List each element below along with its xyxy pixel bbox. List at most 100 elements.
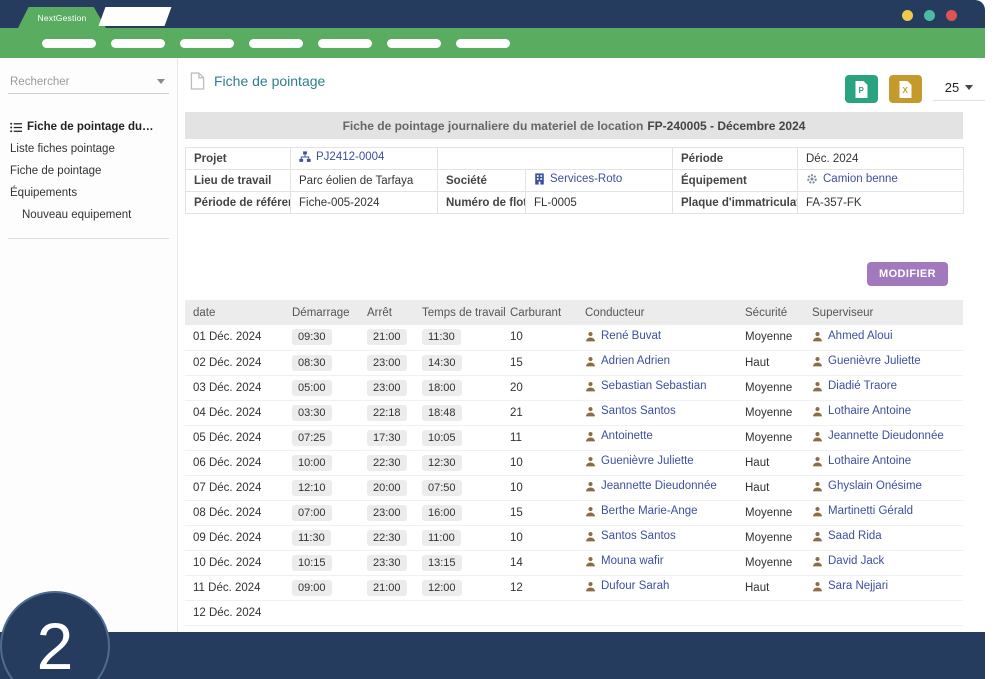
person-icon xyxy=(585,556,596,567)
person-icon xyxy=(585,456,596,467)
driver-link[interactable]: Santos Santos xyxy=(585,530,676,542)
nav-item-placeholder[interactable] xyxy=(456,39,510,48)
page-size-value: 25 xyxy=(945,80,959,95)
modifier-button[interactable]: MODIFIER xyxy=(867,262,948,286)
nav-item-placeholder[interactable] xyxy=(180,39,234,48)
supervisor-link[interactable]: Jeannette Dieudonnée xyxy=(812,430,944,442)
maximize-button[interactable] xyxy=(924,10,935,21)
supervisor-link[interactable]: Martinetti Gérald xyxy=(812,505,913,517)
sidebar-item-fiche-pointage[interactable]: Fiche de pointage xyxy=(0,160,177,182)
sidebar-item-equipements[interactable]: Équipements xyxy=(0,182,177,204)
security-cell: Moyenne xyxy=(745,382,792,394)
supervisor-link[interactable]: Guenièvre Juliette xyxy=(812,355,921,367)
projet-link[interactable]: PJ2412-0004 xyxy=(299,151,384,163)
page-size-select[interactable]: 25 xyxy=(933,75,985,101)
minimize-button[interactable] xyxy=(902,10,913,21)
driver-link[interactable]: Sebastian Sebastian xyxy=(585,380,707,392)
equipement-label: Équipement xyxy=(673,170,798,192)
equipement-value: Camion benne xyxy=(823,173,898,185)
driver-link[interactable]: Jeannette Dieudonnée xyxy=(585,480,717,492)
work-time-badge: 10:05 xyxy=(422,430,462,446)
table-row: 12 Déc. 2024 xyxy=(185,600,963,625)
supervisor-link[interactable]: Ghyslain Onésime xyxy=(812,480,922,492)
person-icon xyxy=(812,481,823,492)
stop-time-badge: 21:00 xyxy=(367,329,407,345)
empty-cell xyxy=(438,148,673,170)
person-icon xyxy=(812,531,823,542)
date-cell: 01 Déc. 2024 xyxy=(193,331,261,343)
nav-item-placeholder[interactable] xyxy=(42,39,96,48)
sidebar-item-fiche-du[interactable]: Fiche de pointage du… xyxy=(0,116,177,138)
fuel-cell: 10 xyxy=(510,482,523,494)
export-pdf-button[interactable]: P xyxy=(845,75,878,103)
nav-item-placeholder[interactable] xyxy=(249,39,303,48)
supervisor-link[interactable]: Lothaire Antoine xyxy=(812,405,911,417)
work-time-badge: 12:30 xyxy=(422,455,462,471)
driver-link[interactable]: René Buvat xyxy=(585,330,661,342)
fuel-cell: 10 xyxy=(510,457,523,469)
tab-placeholder[interactable] xyxy=(99,7,172,26)
chevron-down-icon xyxy=(965,85,973,90)
page-header: Fiche de pointage xyxy=(190,72,325,90)
supervisor-link[interactable]: Lothaire Antoine xyxy=(812,455,911,467)
societe-link[interactable]: Services-Roto xyxy=(534,173,622,185)
work-time-badge: 14:30 xyxy=(422,355,462,371)
date-cell: 07 Déc. 2024 xyxy=(193,482,261,494)
work-time-badge: 18:48 xyxy=(422,405,462,421)
equipement-link[interactable]: Camion benne xyxy=(806,173,898,185)
close-button[interactable] xyxy=(946,10,957,21)
sidebar-item-nouveau-equipement[interactable]: Nouveau equipement xyxy=(0,204,177,226)
person-icon xyxy=(812,356,823,367)
building-icon xyxy=(534,173,545,185)
date-cell: 09 Déc. 2024 xyxy=(193,532,261,544)
fuel-cell: 11 xyxy=(510,432,522,444)
timesheet-body: 01 Déc. 202409:3021:0011:3010René BuvatM… xyxy=(185,325,963,650)
person-icon xyxy=(812,431,823,442)
person-icon xyxy=(812,556,823,567)
driver-link[interactable]: Mouna wafir xyxy=(585,555,664,567)
periode-label: Période xyxy=(673,148,798,170)
person-icon xyxy=(812,456,823,467)
table-row: 03 Déc. 202405:0023:0018:0020Sebastian S… xyxy=(185,375,963,400)
plaque-value: FA-357-FK xyxy=(798,192,964,214)
table-row: 09 Déc. 202411:3022:3011:0010Santos Sant… xyxy=(185,525,963,550)
header-date: date xyxy=(185,300,284,325)
driver-link[interactable]: Santos Santos xyxy=(585,405,676,417)
nav-item-placeholder[interactable] xyxy=(318,39,372,48)
security-cell: Moyenne xyxy=(745,331,792,343)
person-icon xyxy=(585,581,596,592)
security-cell: Haut xyxy=(745,457,769,469)
info-row: Lieu de travail Parc éolien de Tarfaya S… xyxy=(186,170,964,192)
sidebar-item-liste-fiches[interactable]: Liste fiches pointage xyxy=(0,138,177,160)
supervisor-link[interactable]: Sara Nejjari xyxy=(812,580,888,592)
export-excel-button[interactable]: X xyxy=(889,75,922,103)
supervisor-link[interactable]: Diadié Traore xyxy=(812,380,897,392)
date-cell: 08 Déc. 2024 xyxy=(193,507,261,519)
driver-link[interactable]: Guenièvre Juliette xyxy=(585,455,694,467)
date-cell: 11 Déc. 2024 xyxy=(193,582,261,594)
app-window: NextGestion Rechercher xyxy=(0,0,1000,679)
start-time-badge: 09:30 xyxy=(292,329,332,345)
driver-link[interactable]: Dufour Sarah xyxy=(585,580,669,592)
stop-time-badge: 22:30 xyxy=(367,530,407,546)
supervisor-link[interactable]: Saad Rida xyxy=(812,530,882,542)
fuel-cell: 12 xyxy=(510,582,523,594)
driver-link[interactable]: Antoinette xyxy=(585,430,653,442)
search-select[interactable]: Rechercher xyxy=(8,72,169,94)
person-icon xyxy=(585,481,596,492)
supervisor-link[interactable]: David Jack xyxy=(812,555,884,567)
person-icon xyxy=(812,406,823,417)
header-carburant: Carburant xyxy=(502,300,577,325)
projet-label: Projet xyxy=(186,148,291,170)
brand-tab[interactable]: NextGestion xyxy=(18,7,106,28)
supervisor-link[interactable]: Ahmed Aloui xyxy=(812,330,893,342)
driver-link[interactable]: Berthe Marie-Ange xyxy=(585,505,698,517)
driver-link[interactable]: Adrien Adrien xyxy=(585,355,670,367)
sidebar-divider xyxy=(8,238,169,239)
nav-item-placeholder[interactable] xyxy=(387,39,441,48)
security-cell: Haut xyxy=(745,357,769,369)
nav-item-placeholder[interactable] xyxy=(111,39,165,48)
table-row: 08 Déc. 202407:0023:0016:0015Berthe Mari… xyxy=(185,500,963,525)
work-time-badge: 07:50 xyxy=(422,480,462,496)
timesheet-table: date Démarrage Arrêt Temps de travail Ca… xyxy=(185,300,963,651)
